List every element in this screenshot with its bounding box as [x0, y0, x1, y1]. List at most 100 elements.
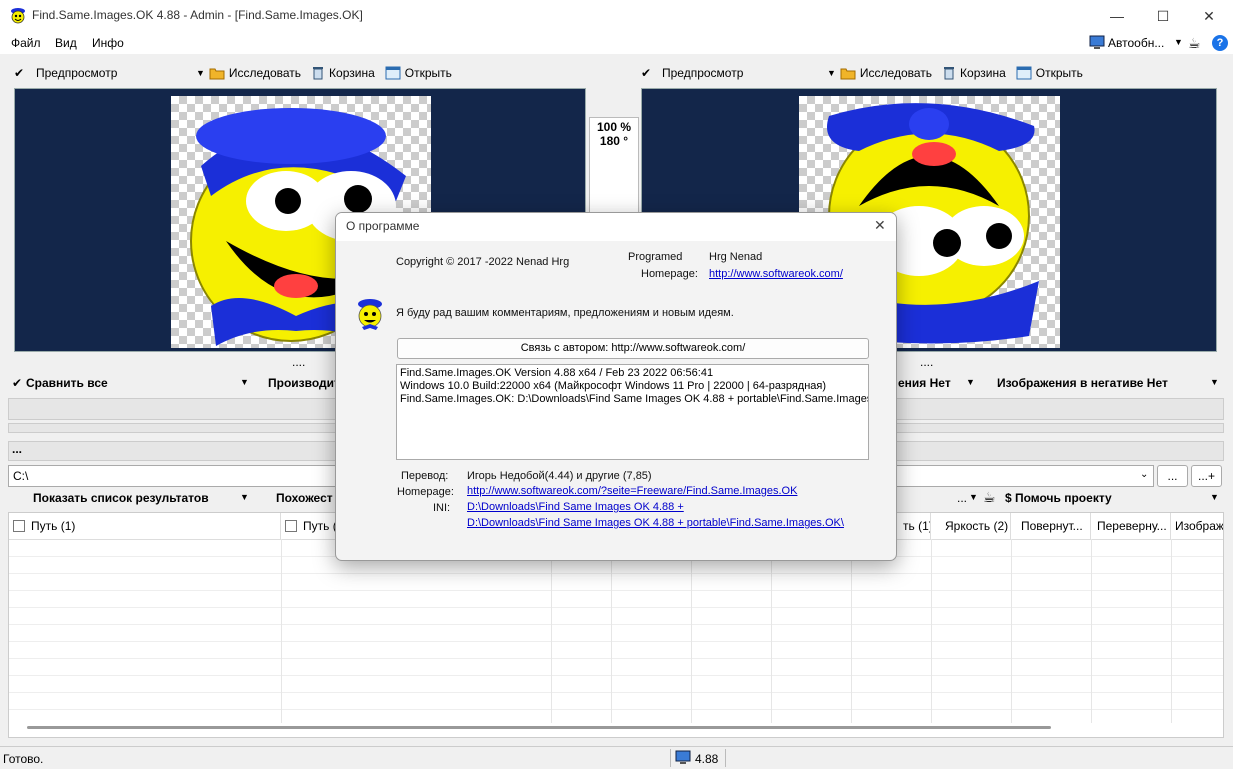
- zoom-info: 100 % 180 °: [589, 117, 639, 213]
- column-brightness[interactable]: Яркость (2): [931, 513, 1011, 539]
- ini-link-line1[interactable]: D:\Downloads\Find Same Images OK 4.88 +: [467, 501, 684, 513]
- right-open-label: Открыть: [1035, 66, 1083, 80]
- left-trash-button[interactable]: Корзина: [311, 66, 375, 80]
- compare-all-option[interactable]: Сравнить все: [26, 376, 108, 390]
- column-path-2-label: Путь (: [303, 519, 337, 533]
- menu-info[interactable]: Инфо: [92, 36, 124, 50]
- ini-link-line2[interactable]: D:\Downloads\Find Same Images OK 4.88 + …: [467, 517, 844, 529]
- window-open-icon: [385, 66, 401, 80]
- table-row[interactable]: [9, 693, 1223, 710]
- path-line: Find.Same.Images.OK: D:\Downloads\Find S…: [400, 393, 869, 405]
- about-dialog: О программе ✕ Copyright © 2017 -2022 Nen…: [335, 212, 897, 561]
- right-open-button[interactable]: Открыть: [1016, 66, 1083, 80]
- homepage-link[interactable]: http://www.softwareok.com/: [709, 268, 843, 280]
- status-divider: [670, 749, 671, 767]
- right-explore-label: Исследовать: [859, 66, 933, 80]
- rotation-value: 180 °: [599, 134, 629, 148]
- left-explore-button[interactable]: Исследовать: [209, 66, 301, 80]
- recycle-bin-icon: [313, 67, 324, 80]
- checkmark-icon[interactable]: ✔: [14, 66, 26, 80]
- table-row[interactable]: [9, 608, 1223, 625]
- chevron-down-icon[interactable]: ▼: [1210, 377, 1219, 387]
- column-separator: [1091, 539, 1092, 723]
- dialog-close-icon[interactable]: ✕: [874, 217, 886, 234]
- coffee-icon[interactable]: ☕: [1188, 35, 1201, 52]
- maximize-button[interactable]: ☐: [1140, 0, 1186, 32]
- column-flipped[interactable]: Переверну...: [1091, 513, 1171, 539]
- chevron-down-icon[interactable]: ▼: [196, 68, 205, 78]
- close-button[interactable]: ✕: [1186, 0, 1232, 32]
- right-explore-button[interactable]: Исследовать: [840, 66, 932, 80]
- column-path-1[interactable]: Путь (1): [9, 513, 281, 539]
- table-row[interactable]: [9, 642, 1223, 659]
- select-all-checkbox[interactable]: [13, 520, 25, 532]
- zoom-percent: 100 %: [596, 120, 632, 134]
- right-trash-button[interactable]: Корзина: [942, 66, 1006, 80]
- right-preview-label[interactable]: Предпросмотр: [662, 66, 827, 80]
- chevron-down-icon[interactable]: ▼: [969, 492, 978, 502]
- mirror-option-partial[interactable]: ения Нет: [898, 376, 951, 390]
- feedback-message: Я буду рад вашим комментариям, предложен…: [396, 307, 734, 319]
- minimize-button[interactable]: —: [1094, 0, 1140, 32]
- folder-icon: [840, 68, 856, 80]
- table-row[interactable]: [9, 574, 1223, 591]
- freeware-page-link[interactable]: http://www.softwareok.com/?seite=Freewar…: [467, 485, 797, 497]
- chevron-down-icon[interactable]: ▼: [966, 377, 975, 387]
- column-separator: [281, 539, 282, 723]
- autoscan-menu[interactable]: Автообн...: [1108, 36, 1164, 50]
- app-icon: [11, 8, 25, 24]
- contact-author-button[interactable]: Связь с автором: http://www.softwareok.c…: [397, 338, 869, 359]
- version-info-box[interactable]: Find.Same.Images.OK Version 4.88 x64 / F…: [396, 364, 869, 460]
- table-row[interactable]: [9, 625, 1223, 642]
- dialog-title-bar: О программе ✕: [336, 213, 896, 241]
- autoscan-dropdown-icon[interactable]: ▼: [1174, 37, 1183, 47]
- select-all-checkbox-2[interactable]: [285, 520, 297, 532]
- status-divider: [725, 749, 726, 767]
- chevron-down-icon[interactable]: ▼: [1210, 492, 1219, 502]
- ini-label: INI:: [433, 502, 451, 514]
- column-path-1-label: Путь (1): [31, 519, 76, 533]
- right-splitter-dots[interactable]: ....: [920, 355, 933, 369]
- horizontal-scrollbar[interactable]: [27, 726, 1051, 729]
- column-separator: [1171, 539, 1172, 723]
- status-version: 4.88: [695, 752, 719, 766]
- monitor-icon: [1089, 35, 1105, 49]
- column-partial[interactable]: ть (1): [899, 513, 931, 539]
- status-bar: Готово. 4.88: [0, 746, 1233, 769]
- chevron-down-icon[interactable]: ▼: [827, 68, 836, 78]
- window-open-icon: [1016, 66, 1032, 80]
- negative-option[interactable]: Изображения в негативе Нет: [997, 376, 1168, 390]
- menu-file[interactable]: Файл: [11, 36, 41, 50]
- column-separator: [851, 539, 852, 723]
- support-project-link[interactable]: $ Помочь проекту: [1005, 491, 1112, 505]
- add-path-button[interactable]: ...+: [1191, 465, 1222, 487]
- homepage-label: Homepage:: [641, 268, 698, 280]
- menu-view[interactable]: Вид: [55, 36, 77, 50]
- show-results-list[interactable]: Показать список результатов: [33, 491, 209, 505]
- translation-label: Перевод:: [401, 470, 449, 482]
- browse-button[interactable]: ...: [1157, 465, 1188, 487]
- performance-option[interactable]: Производит: [268, 376, 340, 390]
- column-separator: [551, 539, 552, 723]
- chevron-down-icon[interactable]: ▼: [240, 377, 249, 387]
- left-splitter-dots[interactable]: ....: [292, 355, 305, 369]
- column-rotated[interactable]: Повернут...: [1011, 513, 1091, 539]
- left-preview-label[interactable]: Предпросмотр: [36, 66, 196, 80]
- title-bar: Find.Same.Images.OK 4.88 - Admin - [Find…: [0, 0, 1233, 32]
- checkmark-icon[interactable]: ✔: [641, 66, 653, 80]
- more-options[interactable]: ...: [957, 491, 967, 505]
- right-trash-label: Корзина: [960, 66, 1006, 80]
- table-row[interactable]: [9, 659, 1223, 676]
- coffee-icon[interactable]: ☕: [983, 489, 996, 506]
- table-row[interactable]: [9, 591, 1223, 608]
- chevron-down-icon[interactable]: ▼: [240, 492, 249, 502]
- left-open-button[interactable]: Открыть: [385, 66, 452, 80]
- column-separator: [931, 539, 932, 723]
- table-row[interactable]: [9, 676, 1223, 693]
- similarity-option[interactable]: Похожест: [276, 491, 333, 505]
- help-icon[interactable]: ?: [1212, 35, 1228, 51]
- monitor-icon: [675, 750, 691, 764]
- column-image[interactable]: Изображе: [1171, 513, 1223, 539]
- checkmark-icon[interactable]: ✔: [12, 376, 22, 390]
- path-dropdown-icon[interactable]: ⌄: [1140, 469, 1148, 480]
